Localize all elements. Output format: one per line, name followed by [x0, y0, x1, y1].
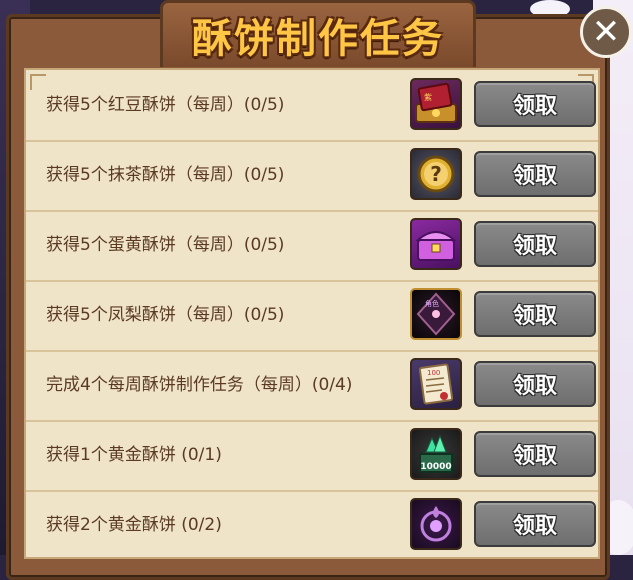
task-label: 获得1个黄金酥饼 (0/1)	[46, 445, 222, 465]
claim-button[interactable]: 领取	[474, 81, 596, 127]
claim-button[interactable]: 领取	[474, 221, 596, 267]
icon-tag: 角色	[425, 299, 439, 308]
task-list-panel[interactable]: 获得5个红豆酥饼（每周）(0/5) 紫 领取 获得5个抹茶酥饼（每周）(0/5)…	[24, 68, 600, 559]
claim-button[interactable]: 领取	[474, 291, 596, 337]
claim-button[interactable]: 领取	[474, 431, 596, 477]
scroll-document-icon[interactable]: 100	[410, 358, 462, 410]
claim-button[interactable]: 领取	[474, 501, 596, 547]
task-row: 获得5个红豆酥饼（每周）(0/5) 紫 领取	[26, 70, 598, 142]
icon-tag: 紫	[424, 93, 432, 102]
task-label: 获得5个蛋黄酥饼（每周）(0/5)	[46, 235, 285, 255]
mystery-question-icon[interactable]: ?	[410, 148, 462, 200]
close-button[interactable]: ✕	[580, 6, 632, 58]
task-row: 获得5个蛋黄酥饼（每周）(0/5) 领取	[26, 210, 598, 282]
task-row: 获得2个黄金酥饼 (0/2) 领取	[26, 490, 598, 557]
title-banner: 酥饼制作任务	[160, 0, 476, 67]
task-label: 完成4个每周酥饼制作任务（每周）(0/4)	[46, 375, 353, 395]
claim-button[interactable]: 领取	[474, 361, 596, 407]
task-row: 获得5个凤梨酥饼（每周）(0/5) 角色 领取	[26, 280, 598, 352]
task-label: 获得5个抹茶酥饼（每周）(0/5)	[46, 165, 285, 185]
icon-tag: 10000	[420, 462, 451, 472]
gem-gift-box-icon[interactable]: 10000	[410, 428, 462, 480]
claim-button[interactable]: 领取	[474, 151, 596, 197]
purple-treasure-chest-icon[interactable]	[410, 218, 462, 270]
task-row: 完成4个每周酥饼制作任务（每周）(0/4) 100 领取	[26, 350, 598, 422]
purple-emblem-icon[interactable]	[410, 498, 462, 550]
task-label: 获得5个凤梨酥饼（每周）(0/5)	[46, 305, 285, 325]
red-bean-cake-chest-icon[interactable]: 紫	[410, 78, 462, 130]
dialog-title: 酥饼制作任务	[192, 15, 444, 62]
icon-tag: 100	[427, 369, 440, 377]
icon-tag: ?	[430, 162, 442, 186]
dark-crystal-gem-icon[interactable]: 角色	[410, 288, 462, 340]
task-row: 获得1个黄金酥饼 (0/1) 10000 领取	[26, 420, 598, 492]
task-row: 获得5个抹茶酥饼（每周）(0/5) ? 领取	[26, 140, 598, 212]
task-label: 获得5个红豆酥饼（每周）(0/5)	[46, 95, 285, 115]
task-label: 获得2个黄金酥饼 (0/2)	[46, 515, 222, 535]
